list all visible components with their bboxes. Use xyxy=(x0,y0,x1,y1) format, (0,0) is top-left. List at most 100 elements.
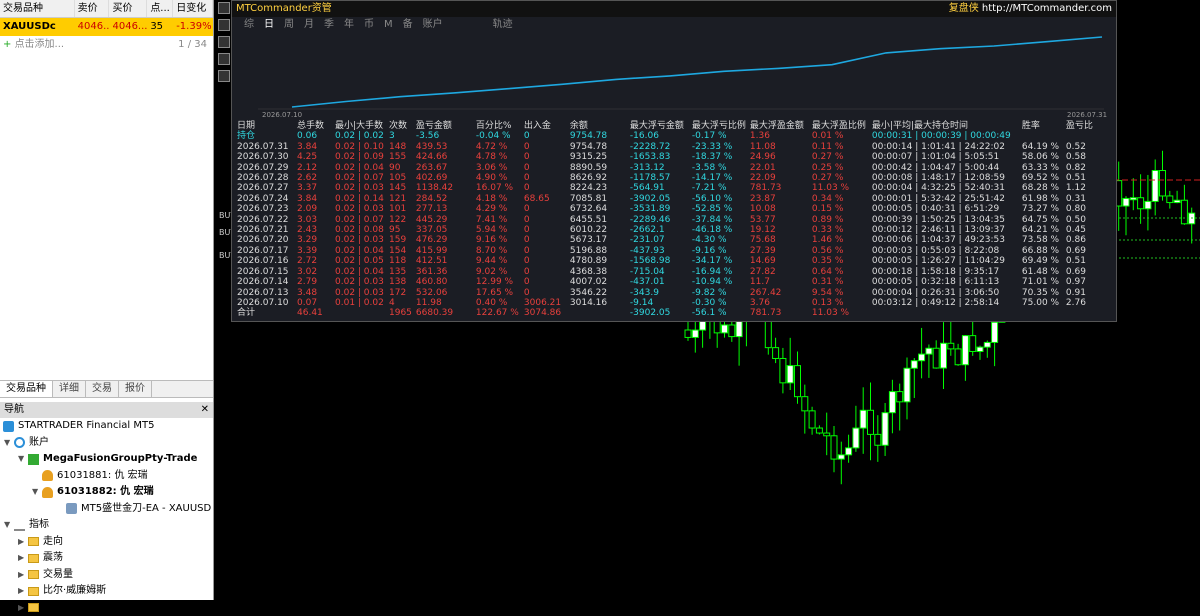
stats-cell: 2026.07.24 xyxy=(235,194,295,204)
stats-cell: -0.04 % xyxy=(474,131,522,141)
toolbar-button[interactable] xyxy=(218,70,230,82)
stats-row[interactable]: 2026.07.142.790.02 | 0.03138460.8012.99 … xyxy=(235,277,1095,287)
chevron-down-icon[interactable]: ▼ xyxy=(4,435,14,452)
folder-node[interactable]: ▶ 比尔·威廉姆斯 xyxy=(0,583,213,600)
server-node[interactable]: ▼ MegaFusionGroupPty-Trade xyxy=(0,451,213,468)
stats-cell: -3902.05 xyxy=(628,308,690,318)
accounts-icon xyxy=(14,437,25,448)
ea-node[interactable]: MT5盛世金刀-EA - XAUUSD xyxy=(0,501,213,518)
stats-cell: 2026.07.28 xyxy=(235,173,295,183)
stats-cell: -16.94 % xyxy=(690,267,748,277)
stats-row[interactable]: 2026.07.203.290.02 | 0.03159476.299.16 %… xyxy=(235,235,1095,245)
range-tab[interactable]: 月 xyxy=(304,17,314,32)
stats-row[interactable]: 2026.07.243.840.02 | 0.14121284.524.18 %… xyxy=(235,194,1095,204)
stats-row[interactable]: 2026.07.282.620.02 | 0.07105402.694.90 %… xyxy=(235,173,1095,183)
tab-trading[interactable]: 交易 xyxy=(86,381,119,397)
add-symbol-row[interactable]: + 点击添加... 1 / 34 xyxy=(0,36,213,54)
stats-row[interactable]: 2026.07.292.120.02 | 0.0490263.673.06 %0… xyxy=(235,163,1095,173)
range-tab[interactable]: 综 xyxy=(244,17,254,32)
curve-end-date: 2026.07.31 xyxy=(1067,111,1107,119)
stats-cell: 1.46 % xyxy=(810,235,870,245)
accounts-node[interactable]: ▼ 账户 xyxy=(0,435,213,452)
chevron-down-icon[interactable]: ▼ xyxy=(18,451,28,468)
chevron-right-icon[interactable]: ▶ xyxy=(18,600,28,616)
stats-cell: 4.72 % xyxy=(474,142,522,152)
stats-cell: 10.08 xyxy=(748,204,810,214)
stats-cell: -1653.83 xyxy=(628,152,690,162)
range-tab[interactable]: 年 xyxy=(344,17,354,32)
toolbar-button[interactable] xyxy=(218,36,230,48)
stats-row[interactable]: 2026.07.313.840.02 | 0.10148439.534.72 %… xyxy=(235,142,1095,152)
range-tab[interactable]: 周 xyxy=(284,17,294,32)
candle-body xyxy=(773,348,779,359)
ea-name: MT5盛世金刀-EA - XAUUSD xyxy=(81,501,211,518)
stats-cell: 3014.16 xyxy=(568,298,628,308)
account-node[interactable]: 61031881: 仇 宏瑞 xyxy=(0,468,213,485)
stats-row[interactable]: 2026.07.162.720.02 | 0.05118412.519.44 %… xyxy=(235,256,1095,266)
chevron-right-icon[interactable]: ▶ xyxy=(18,567,28,584)
col-bid[interactable]: 卖价 xyxy=(75,0,110,17)
site-url[interactable]: http://MTCommander.com xyxy=(982,3,1112,14)
stats-row[interactable]: 2026.07.212.430.02 | 0.0895337.055.94 %0… xyxy=(235,225,1095,235)
candle-body xyxy=(729,325,735,337)
chevron-right-icon[interactable]: ▶ xyxy=(18,534,28,551)
stats-row[interactable]: 持仓0.060.02 | 0.023-3.56-0.04 %09754.78-1… xyxy=(235,131,1095,141)
range-tab[interactable]: M xyxy=(384,17,393,32)
toolbar-button[interactable] xyxy=(218,2,230,14)
col-spread[interactable]: 点... xyxy=(147,0,173,17)
tab-ticks[interactable]: 报价 xyxy=(119,381,152,397)
chevron-right-icon[interactable]: ▶ xyxy=(18,550,28,567)
stats-cell: 46.41 xyxy=(295,308,333,318)
broker-node[interactable]: STARTRADER Financial MT5 xyxy=(0,418,213,435)
tab-details[interactable]: 详细 xyxy=(53,381,86,397)
stats-row[interactable]: 2026.07.173.390.02 | 0.04154415.998.70 %… xyxy=(235,246,1095,256)
stats-row[interactable]: 2026.07.100.070.01 | 0.02411.980.40 %300… xyxy=(235,298,1095,308)
stats-row[interactable]: 2026.07.133.480.02 | 0.03172532.0617.65 … xyxy=(235,288,1095,298)
stats-cell: 0.80 xyxy=(1064,204,1095,214)
tab-symbols[interactable]: 交易品种 xyxy=(0,381,53,397)
symbol-count: 1 / 34 xyxy=(178,36,207,54)
stats-cell: 2.43 xyxy=(295,225,333,235)
toolbar-button[interactable] xyxy=(218,53,230,65)
stats-cell: -437.01 xyxy=(628,277,690,287)
folder-node[interactable]: ▶ 走向 xyxy=(0,534,213,551)
col-ask[interactable]: 买价 xyxy=(109,0,147,17)
range-tab[interactable]: 轨迹 xyxy=(493,17,513,32)
stats-row[interactable]: 2026.07.223.030.02 | 0.07122445.297.41 %… xyxy=(235,215,1095,225)
stats-cell: -34.17 % xyxy=(690,256,748,266)
stats-cell: 0.27 % xyxy=(810,152,870,162)
stats-cell: 最小|大手数 xyxy=(333,121,387,131)
account-node[interactable]: ▼ 61031882: 仇 宏瑞 xyxy=(0,484,213,501)
range-tab[interactable]: 备 xyxy=(403,17,413,32)
candle-body xyxy=(948,343,954,349)
chevron-right-icon[interactable]: ▶ xyxy=(18,583,28,600)
folder-node[interactable]: ▶ Examples xyxy=(0,600,213,616)
range-tab[interactable]: 日 xyxy=(264,17,274,32)
stats-cell: 0 xyxy=(522,215,568,225)
col-symbol[interactable]: 交易品种 xyxy=(0,0,75,17)
close-icon[interactable]: ✕ xyxy=(201,402,209,418)
stats-cell: -3531.89 xyxy=(628,204,690,214)
range-tab[interactable]: 账户 xyxy=(423,17,443,32)
folder-node[interactable]: ▶ 交易量 xyxy=(0,567,213,584)
toolbar-button[interactable] xyxy=(218,19,230,31)
symbol-row[interactable]: XAUUSDc 4046... 4046... 35 -1.39% xyxy=(0,18,213,36)
stats-cell: 9754.78 xyxy=(568,142,628,152)
chevron-down-icon[interactable]: ▼ xyxy=(4,517,14,534)
stats-row[interactable]: 2026.07.232.090.02 | 0.03101277.134.29 %… xyxy=(235,204,1095,214)
stats-cell: 合计 xyxy=(235,308,295,318)
plus-icon: + xyxy=(3,39,15,50)
indicators-node[interactable]: ▼ 指标 xyxy=(0,517,213,534)
range-tab[interactable]: 季 xyxy=(324,17,334,32)
folder-node[interactable]: ▶ 震荡 xyxy=(0,550,213,567)
stats-total-row[interactable]: 合计46.4119656680.39122.67 %3074.86-3902.0… xyxy=(235,308,1095,318)
stats-cell xyxy=(333,308,387,318)
col-change[interactable]: 日变化 xyxy=(173,0,213,17)
stats-cell: 0.02 | 0.07 xyxy=(333,215,387,225)
stats-row[interactable]: 2026.07.273.370.02 | 0.031451138.4216.07… xyxy=(235,183,1095,193)
chevron-down-icon[interactable]: ▼ xyxy=(32,484,42,501)
candle-body xyxy=(787,366,793,383)
stats-row[interactable]: 2026.07.153.020.02 | 0.04135361.369.02 %… xyxy=(235,267,1095,277)
range-tab[interactable]: 币 xyxy=(364,17,374,32)
stats-row[interactable]: 2026.07.304.250.02 | 0.09155424.664.78 %… xyxy=(235,152,1095,162)
